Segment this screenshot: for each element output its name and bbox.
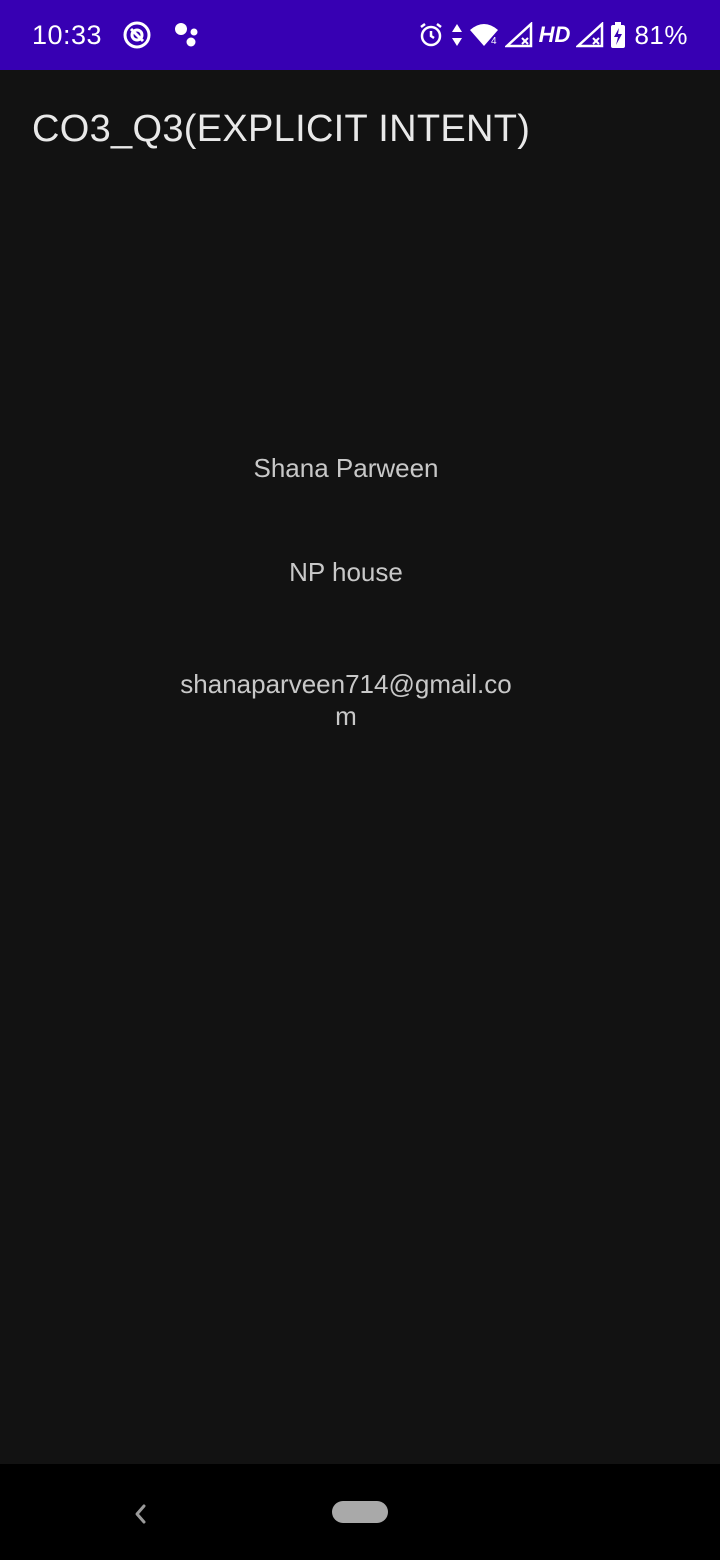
address-text: NP house bbox=[289, 557, 403, 587]
dots-notification-icon bbox=[172, 20, 202, 50]
data-arrows-icon bbox=[451, 22, 463, 48]
status-bar: 10:33 4 HD 81% bbox=[0, 0, 720, 70]
status-right: 4 HD 81% bbox=[417, 0, 688, 70]
alarm-icon bbox=[417, 21, 445, 49]
content-area: Shana Parween NP house shanaparveen714@g… bbox=[0, 190, 720, 1464]
battery-charging-icon bbox=[610, 21, 626, 49]
signal-icon bbox=[576, 22, 604, 48]
home-button[interactable] bbox=[332, 1501, 388, 1523]
page-title: CO3_Q3(EXPLICIT INTENT) bbox=[32, 108, 531, 150]
app-bar: CO3_Q3(EXPLICIT INTENT) bbox=[0, 70, 720, 190]
name-text: Shana Parween bbox=[253, 453, 439, 483]
navigation-bar bbox=[0, 1464, 720, 1560]
network-type-label: HD bbox=[538, 22, 571, 47]
back-button[interactable] bbox=[120, 1494, 160, 1534]
svg-text:4: 4 bbox=[491, 36, 497, 47]
wifi-icon: 4 bbox=[469, 22, 499, 48]
email-text: shanaparveen714@gmail.com bbox=[180, 669, 512, 731]
back-icon bbox=[132, 1502, 148, 1526]
status-time: 10:33 bbox=[32, 19, 103, 50]
battery-percent: 81% bbox=[634, 19, 688, 50]
status-left: 10:33 bbox=[32, 0, 202, 70]
signal-icon bbox=[504, 22, 533, 48]
assistant-notification-icon bbox=[122, 20, 152, 50]
